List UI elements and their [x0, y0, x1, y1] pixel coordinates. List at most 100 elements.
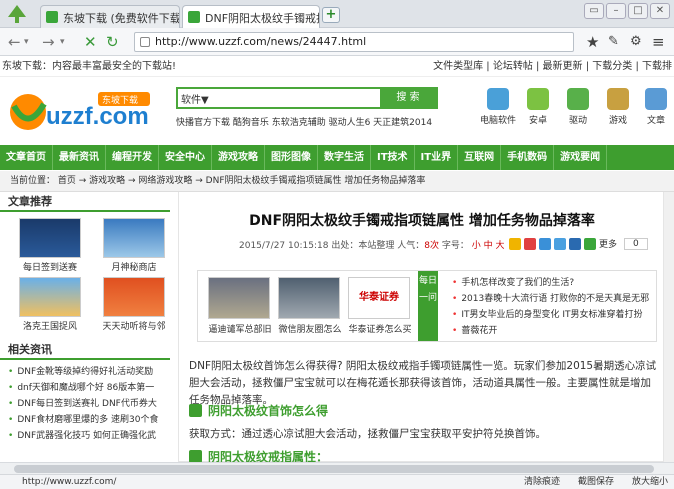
- search-button[interactable]: 搜 索: [380, 89, 436, 107]
- recommend-item[interactable]: 月神秘商店: [94, 218, 174, 273]
- hot-links[interactable]: 快播官方下载 酷狗音乐 东软浩克辅助 驱动人生6 天正建筑2014: [176, 115, 432, 128]
- tools-icon[interactable]: ✎: [608, 32, 619, 52]
- vertical-scrollbar[interactable]: [664, 192, 674, 462]
- scrollbar-thumb[interactable]: [14, 465, 654, 473]
- site-topbar: 东坡下载：内容最丰富最安全的下载站! 文件类型库 | 论坛转帖 | 最新更新 |…: [0, 57, 674, 77]
- recommend-thumbnail: [19, 218, 81, 258]
- game-icon: [607, 88, 629, 110]
- tab-dongpo[interactable]: 东坡下载 (免费软件下载网站...: [40, 5, 180, 28]
- minimize-button[interactable]: –: [606, 3, 626, 19]
- uzzf-logo[interactable]: uzzf.com 东坡下载: [6, 86, 156, 136]
- site-toplinks[interactable]: 文件类型库 | 论坛转帖 | 最新更新 | 下载分类 | 下载排: [433, 57, 672, 77]
- nav-item[interactable]: 安全中心: [159, 145, 212, 170]
- svg-text:uzzf.com: uzzf.com: [46, 103, 149, 130]
- list-item[interactable]: DNF武器强化技巧 如何正确强化武: [8, 428, 170, 444]
- share-count: 0: [624, 237, 648, 250]
- font-small-link[interactable]: 小: [472, 241, 481, 251]
- nav-item[interactable]: 手机数码: [501, 145, 555, 170]
- back-dropdown-icon[interactable]: ▾: [24, 32, 29, 52]
- tab-label: DNF阴阳太极纹手镯戒指项链...: [205, 12, 319, 25]
- quick-computer[interactable]: 电脑软件: [478, 88, 518, 126]
- clear-traces-button[interactable]: 清除痕迹: [524, 475, 560, 489]
- font-large-link[interactable]: 大: [496, 241, 505, 251]
- nav-item[interactable]: 图形图像: [265, 145, 318, 170]
- horizontal-scrollbar[interactable]: [0, 462, 674, 474]
- forward-dropdown-icon[interactable]: ▾: [60, 32, 65, 52]
- nav-item[interactable]: 游戏攻略: [212, 145, 265, 170]
- site-header: uzzf.com 东坡下载 软件▼ 搜 索 快播官方下载 酷狗音乐 东软浩克辅助…: [0, 78, 674, 144]
- screenshot-button[interactable]: 截图保存: [578, 475, 614, 489]
- recommend-thumbnail: [19, 277, 81, 317]
- maximize-button[interactable]: □: [628, 3, 648, 19]
- quick-android[interactable]: 安卓: [518, 88, 558, 126]
- status-bar: http://www.uzzf.com/ 清除痕迹 截图保存 放大缩小: [0, 474, 674, 489]
- share-weibo-icon[interactable]: [524, 237, 536, 250]
- share-kaixin-icon[interactable]: [569, 237, 581, 250]
- stop-icon[interactable]: ✕: [84, 32, 97, 52]
- quick-game[interactable]: 游戏: [598, 88, 638, 126]
- nav-item[interactable]: IT业界: [415, 145, 459, 170]
- menu-icon[interactable]: ≡: [652, 32, 665, 52]
- daily-item[interactable]: 蔷薇花开: [452, 323, 649, 339]
- tab-favicon-icon: [46, 11, 58, 23]
- article-meta: 2015/7/27 10:15:18 出处：本站整理 人气：8次 字号： 小 中…: [239, 241, 505, 251]
- related-thumbnail: [278, 277, 340, 319]
- nav-item[interactable]: 数字生活: [318, 145, 371, 170]
- related-item[interactable]: 微信朋友圈怎么: [278, 277, 342, 335]
- related-thumbnail: 华泰证券: [348, 277, 410, 319]
- zoom-button[interactable]: 放大缩小: [632, 475, 668, 489]
- related-thumbnail: [208, 277, 270, 319]
- back-icon[interactable]: ←: [8, 32, 21, 52]
- browser-logo-icon: [8, 5, 26, 23]
- restore-icon[interactable]: ▭: [584, 3, 604, 19]
- daily-item[interactable]: IT男女毕业后的身型变化 IT男女标准穿着打扮: [452, 307, 649, 323]
- nav-item[interactable]: 最新资讯: [53, 145, 106, 170]
- recommend-title: 文章推荐: [0, 192, 170, 212]
- daily-question-label: 每日一问: [418, 271, 438, 341]
- nav-item[interactable]: 互联网: [458, 145, 502, 170]
- bookmark-star-icon[interactable]: ★: [586, 32, 599, 52]
- list-item[interactable]: DNF金靴等级掉约得好礼活动奖励: [8, 364, 170, 380]
- recommend-item[interactable]: 天天动听将与邻: [94, 277, 174, 332]
- share-more-icon[interactable]: [584, 237, 596, 250]
- search-category-select[interactable]: 软件▼: [181, 91, 209, 106]
- related-title: 相关资讯: [0, 340, 170, 360]
- share-renren-icon[interactable]: [554, 237, 566, 250]
- nav-item[interactable]: 游戏要闻: [554, 145, 608, 170]
- recommend-thumbnail: [103, 218, 165, 258]
- address-bar[interactable]: http://www.uzzf.com/news/24447.html: [134, 32, 574, 52]
- tab-dnf-article[interactable]: DNF阴阳太极纹手镯戒指项链...: [182, 5, 320, 28]
- list-item[interactable]: DNF每日签到送赛礼 DNF代币券大: [8, 396, 170, 412]
- recommend-item[interactable]: 每日签到送赛: [10, 218, 90, 273]
- daily-item[interactable]: 2013春晚十大流行语 打败你的不是天真是无邪: [452, 291, 649, 307]
- quick-article[interactable]: 文章: [636, 88, 674, 126]
- share-qzone-icon[interactable]: [509, 237, 521, 250]
- computer-icon: [487, 88, 509, 110]
- share-tencent-icon[interactable]: [539, 237, 551, 250]
- quick-driver[interactable]: 驱动: [558, 88, 598, 126]
- nav-item[interactable]: 编程开发: [106, 145, 159, 170]
- article-icon: [645, 88, 667, 110]
- refresh-icon[interactable]: ↻: [106, 32, 119, 52]
- svg-text:东坡下载: 东坡下载: [102, 94, 138, 106]
- extensions-icon[interactable]: ⚙: [630, 32, 642, 52]
- new-tab-button[interactable]: +: [322, 7, 340, 23]
- daily-item[interactable]: 手机怎样改变了我们的生活?: [452, 275, 649, 291]
- related-item[interactable]: 华泰证券 华泰证券怎么买: [348, 277, 412, 335]
- nav-item[interactable]: 文章首页: [0, 145, 53, 170]
- recommend-item[interactable]: 洛克王国捉风: [10, 277, 90, 332]
- breadcrumb[interactable]: 当前位置： 首页 → 游戏攻略 → 网络游戏攻略 → DNF阴阳太极纹手镯戒指项…: [0, 171, 674, 192]
- title-bar: 东坡下载 (免费软件下载网站... DNF阴阳太极纹手镯戒指项链... + ▭ …: [0, 0, 674, 28]
- close-button[interactable]: ✕: [650, 3, 670, 19]
- list-item[interactable]: dnf天御和魔战哪个好 86版本第一: [8, 380, 170, 396]
- related-item[interactable]: 逼迪谴军总部旧: [208, 277, 272, 335]
- font-medium-link[interactable]: 中: [484, 241, 493, 251]
- nav-item[interactable]: IT技术: [371, 145, 415, 170]
- forward-icon[interactable]: →: [42, 32, 55, 52]
- article-title: DNF阴阳太极纹手镯戒指项链属性 增加任务物品掉落率: [249, 213, 595, 229]
- share-bar: 更多 0: [509, 237, 648, 250]
- address-url: http://www.uzzf.com/news/24447.html: [155, 35, 367, 48]
- share-more-label[interactable]: 更多: [599, 237, 617, 250]
- list-item[interactable]: DNF食材磨哪里爆的多 速刷30个食: [8, 412, 170, 428]
- search-box[interactable]: 软件▼ 搜 索: [176, 87, 438, 109]
